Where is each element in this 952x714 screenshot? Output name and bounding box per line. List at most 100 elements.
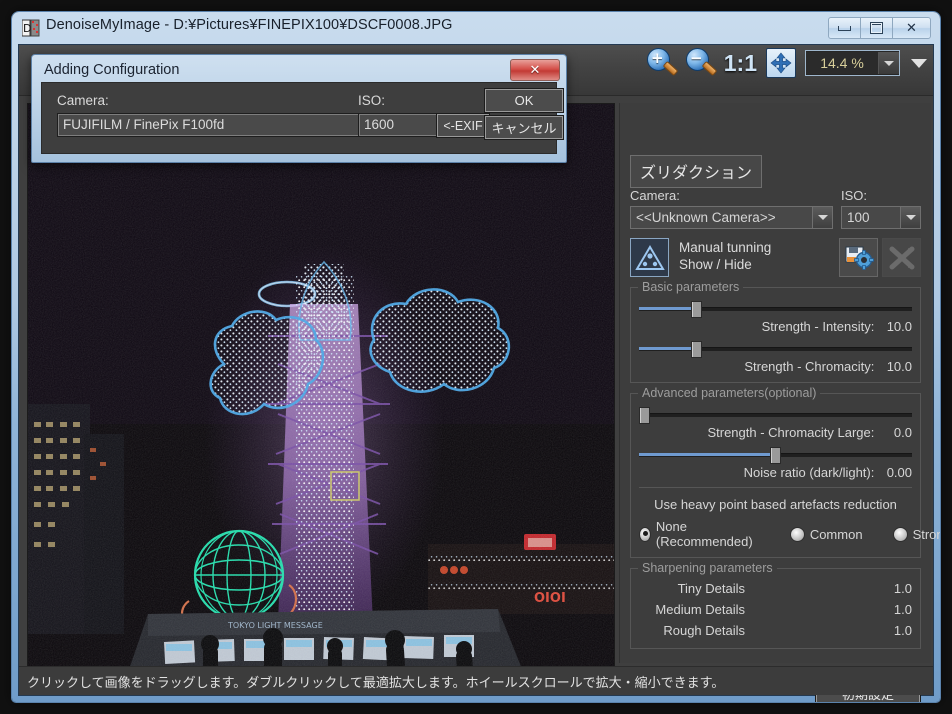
slider-strength-intensity-row: Strength - Intensity: 10.0 — [639, 319, 912, 334]
adding-configuration-dialog: Adding Configuration ✕ Camera: FUJIFILM … — [31, 54, 567, 163]
chevron-down-icon — [817, 215, 828, 220]
sharpening-rough-label: Rough Details — [663, 623, 745, 638]
slider-track — [639, 413, 912, 417]
slider-tiny-details[interactable] — [754, 581, 874, 596]
zoom-in-button[interactable]: + — [646, 48, 679, 78]
radio-strong[interactable]: Strong — [892, 526, 940, 542]
panel-iso-dropdown-arrow[interactable] — [900, 207, 920, 228]
dialog-cancel-button[interactable]: キャンセル — [484, 115, 564, 140]
panel-iso-combobox[interactable]: 100 — [841, 206, 921, 229]
slider-knob[interactable] — [690, 301, 702, 318]
advanced-parameters-group: Advanced parameters(optional) Strength -… — [630, 386, 940, 558]
radio-unselected-icon — [789, 526, 805, 542]
minimize-icon — [838, 25, 851, 31]
dialog-close-button[interactable]: ✕ — [510, 59, 560, 81]
dialog-title: Adding Configuration — [44, 62, 180, 78]
slider-fill — [639, 453, 773, 456]
zoom-level-combobox[interactable]: 14.4 % — [805, 50, 900, 76]
sharpening-row-tiny: Tiny Details 1.0 — [639, 581, 912, 596]
slider-chromacity-large[interactable] — [639, 407, 912, 424]
minus-icon: − — [689, 49, 703, 67]
dialog-iso-label: ISO: — [358, 93, 386, 108]
manual-tuning-line2: Show / Hide — [679, 257, 752, 272]
zoom-toolgroup: + − 1:1 14.4 % — [646, 48, 927, 78]
settings-gear-icon — [845, 246, 874, 270]
status-text: クリックして画像をドラッグします。ダブルクリックして最適拡大します。ホイールスク… — [27, 675, 725, 690]
panel-content: Camera: <<Unknown Camera>> ISO: 100 Manu… — [630, 188, 940, 649]
shuffle-x-icon — [889, 246, 914, 269]
panel-camera-dropdown-arrow[interactable] — [812, 207, 832, 228]
radio-none-label: None (Recommended) — [655, 519, 753, 549]
sharpening-row-medium: Medium Details 1.0 — [639, 602, 912, 617]
slider-fill — [639, 307, 691, 310]
slider-rough-details[interactable] — [754, 623, 874, 638]
slider-strength-chromacity-label: Strength - Chromacity: — [744, 359, 875, 374]
status-bar: クリックして画像をドラッグします。ダブルクリックして最適拡大します。ホイールスク… — [19, 666, 933, 695]
slider-chromacity-large-row: Strength - Chromacity Large: 0.0 — [639, 425, 912, 440]
sharpening-tiny-value: 1.0 — [893, 581, 912, 596]
toolbar-overflow-button[interactable] — [911, 58, 927, 68]
close-icon: ✕ — [906, 20, 917, 36]
chevron-down-icon — [905, 215, 916, 220]
window-title: DenoiseMyImage - D:¥Pictures¥FINEPIX100¥… — [46, 17, 453, 33]
tab-noise-reduction[interactable]: ズリダクション — [630, 155, 763, 188]
radio-strong-label: Strong — [912, 526, 940, 542]
zoom-level-dropdown-arrow[interactable] — [878, 52, 899, 74]
dialog-iso-input[interactable]: 1600 — [358, 113, 440, 137]
slider-strength-intensity-value: 10.0 — [886, 319, 912, 334]
manual-tuning-row: Manual tunning Show / Hide — [630, 238, 921, 277]
photo-canvas: OIOI TOKYO LIGHT MESSAGE — [28, 104, 614, 684]
dialog-camera-input[interactable]: FUJIFILM / FinePix F100fd — [57, 113, 365, 137]
dialog-ok-button[interactable]: OK — [484, 88, 564, 113]
slider-noise-ratio[interactable] — [639, 447, 912, 464]
slider-strength-intensity[interactable] — [639, 301, 912, 318]
dialog-body: Camera: FUJIFILM / FinePix F100fd ISO: 1… — [41, 82, 564, 154]
radio-none[interactable]: None (Recommended) — [639, 519, 756, 549]
panel-tabstrip: ズリダクション — [630, 155, 763, 188]
fit-to-window-icon — [770, 52, 792, 74]
sharpening-parameters-group: Sharpening parameters Tiny Details 1.0 M… — [630, 561, 921, 649]
zoom-level-value[interactable]: 14.4 % — [806, 52, 878, 74]
application-window: D DenoiseMyImage - D:¥Pictures¥FINEPIX10… — [12, 12, 940, 702]
artefacts-reduction-note: Use heavy point based artefacts reductio… — [654, 497, 897, 512]
manual-tuning-line1: Manual tunning — [679, 240, 772, 255]
maximize-button[interactable] — [860, 17, 893, 39]
slider-knob[interactable] — [770, 447, 782, 464]
basic-parameters-legend: Basic parameters — [638, 280, 744, 294]
svg-text:D: D — [23, 22, 31, 35]
slider-strength-intensity-label: Strength - Intensity: — [761, 319, 875, 334]
image-viewer[interactable]: OIOI TOKYO LIGHT MESSAGE — [27, 103, 615, 685]
actual-size-button[interactable]: 1:1 — [724, 50, 757, 77]
slider-knob[interactable] — [639, 407, 650, 424]
panel-iso-value: 100 — [847, 210, 870, 225]
manual-tuning-text: Manual tunning Show / Hide — [679, 238, 771, 273]
sharpening-medium-value: 1.0 — [893, 602, 912, 617]
settings-button[interactable] — [839, 238, 878, 277]
dialog-exif-button[interactable]: <-EXIF — [436, 113, 490, 138]
desktop-background: D DenoiseMyImage - D:¥Pictures¥FINEPIX10… — [0, 0, 952, 714]
app-icon: D — [21, 19, 40, 37]
slider-noise-ratio-value: 0.00 — [886, 465, 912, 480]
chevron-down-icon — [884, 60, 894, 66]
radio-common[interactable]: Common — [789, 526, 863, 542]
fit-to-window-button[interactable] — [766, 48, 796, 78]
window-caption-buttons: ✕ — [828, 17, 931, 39]
sharpening-parameters-legend: Sharpening parameters — [638, 561, 777, 575]
basic-parameters-group: Basic parameters Strength - Intensity: 1… — [630, 280, 921, 383]
close-button[interactable]: ✕ — [892, 17, 931, 39]
minimize-button[interactable] — [828, 17, 861, 39]
slider-chromacity-large-label: Strength - Chromacity Large: — [707, 425, 875, 440]
sharpening-medium-label: Medium Details — [655, 602, 745, 617]
window-titlebar[interactable]: D DenoiseMyImage - D:¥Pictures¥FINEPIX10… — [12, 12, 940, 44]
triangle-icon[interactable] — [630, 238, 669, 277]
slider-knob[interactable] — [690, 341, 702, 358]
panel-camera-combobox[interactable]: <<Unknown Camera>> — [630, 206, 833, 229]
zoom-out-button[interactable]: − — [685, 48, 718, 78]
reset-button[interactable] — [882, 238, 921, 277]
slider-strength-chromacity[interactable] — [639, 341, 912, 358]
plus-icon: + — [650, 49, 664, 67]
slider-medium-details[interactable] — [754, 602, 874, 617]
maximize-icon — [870, 22, 883, 34]
noise-reduction-panel: ズリダクション Camera: <<Unknown Camera>> ISO: … — [619, 103, 940, 702]
radio-common-label: Common — [809, 526, 863, 542]
